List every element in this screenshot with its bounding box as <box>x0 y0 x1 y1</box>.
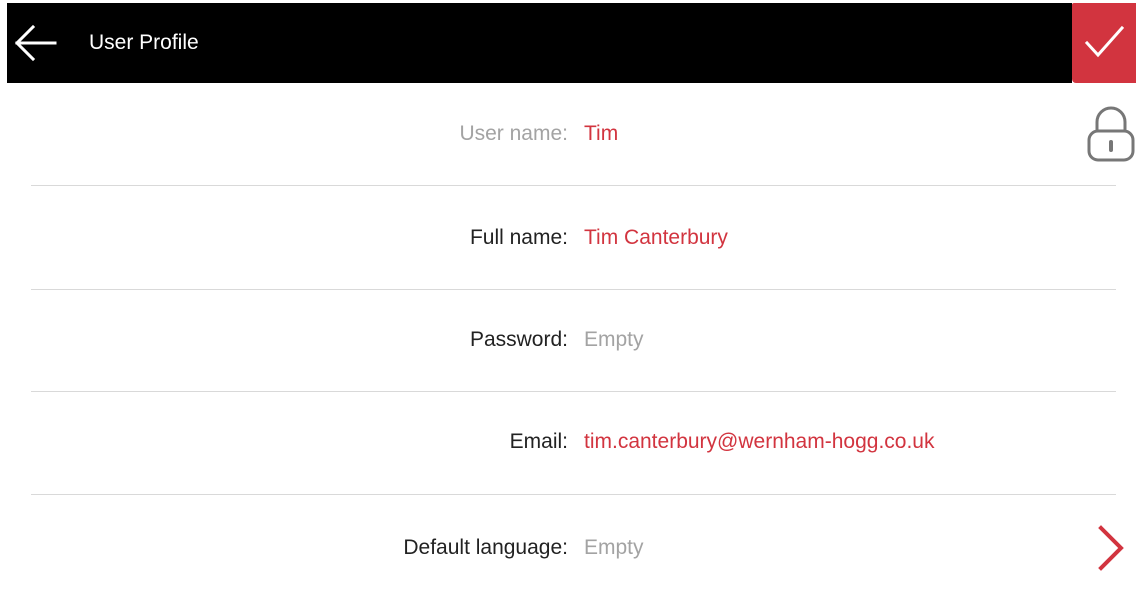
password-label: Password: <box>469 328 568 351</box>
title-bar: User Profile <box>7 3 1072 83</box>
divider <box>31 289 1116 290</box>
default-language-label: Default language: <box>403 536 568 559</box>
password-value[interactable]: Empty <box>584 320 644 360</box>
checkmark-icon <box>1084 25 1124 58</box>
page-title: User Profile <box>89 31 199 54</box>
confirm-button[interactable] <box>1072 3 1136 83</box>
back-button[interactable] <box>11 23 59 63</box>
username-label: User name: <box>459 122 568 145</box>
chevron-right-icon[interactable] <box>1094 524 1128 572</box>
divider <box>31 494 1116 495</box>
user-profile-screen: User Profile User name: Tim Full name: T… <box>0 0 1136 593</box>
field-row-default-language[interactable]: Default language: Empty <box>0 528 1136 568</box>
email-label: Email: <box>509 430 568 453</box>
arrow-left-icon <box>14 24 57 62</box>
divider <box>31 391 1116 392</box>
field-row-email[interactable]: Email: tim.canterbury@wernham-hogg.co.uk <box>0 422 1136 462</box>
fullname-value[interactable]: Tim Canterbury <box>584 218 728 258</box>
fullname-label: Full name: <box>469 226 568 249</box>
field-row-fullname[interactable]: Full name: Tim Canterbury <box>0 218 1136 258</box>
default-language-value[interactable]: Empty <box>584 528 644 568</box>
divider <box>31 185 1116 186</box>
lock-icon <box>1086 106 1136 162</box>
username-value: Tim <box>584 122 619 145</box>
email-value[interactable]: tim.canterbury@wernham-hogg.co.uk <box>584 422 934 462</box>
field-row-username: User name: Tim <box>0 114 1136 154</box>
field-row-password[interactable]: Password: Empty <box>0 320 1136 360</box>
